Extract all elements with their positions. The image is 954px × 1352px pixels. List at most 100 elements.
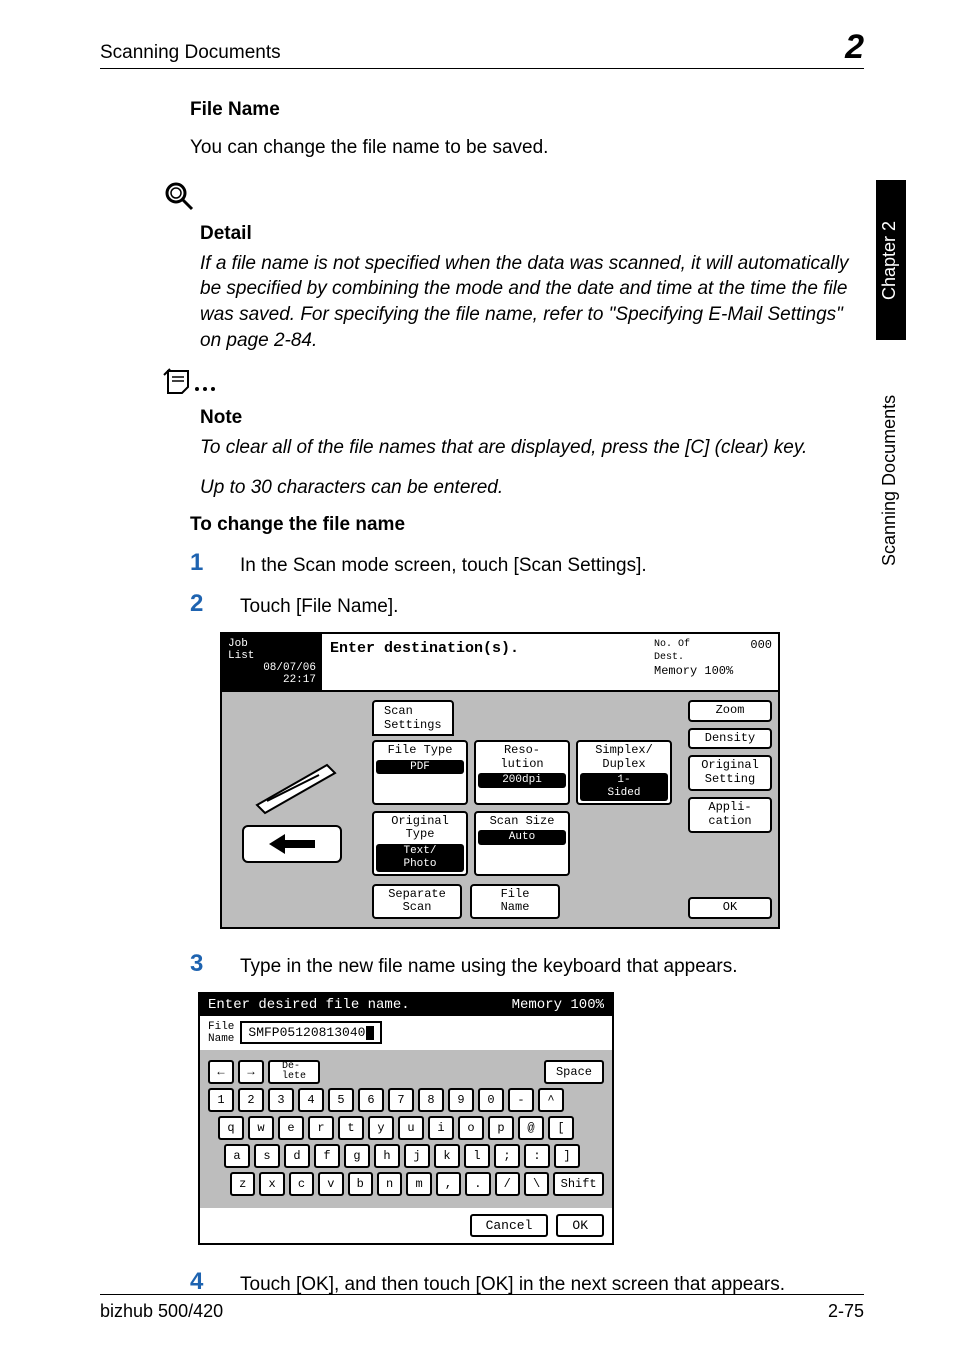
key-u[interactable]: u [398, 1116, 424, 1140]
key-;[interactable]: ; [494, 1144, 520, 1168]
zoom-button[interactable]: Zoom [688, 700, 772, 722]
simplex-duplex-button[interactable]: Simplex/ Duplex 1- Sided [576, 740, 672, 805]
key-.[interactable]: . [465, 1172, 490, 1196]
key-t[interactable]: t [338, 1116, 364, 1140]
left-arrow-key[interactable]: ← [208, 1060, 234, 1084]
key-j[interactable]: j [404, 1144, 430, 1168]
detail-body: If a file name is not specified when the… [200, 251, 864, 354]
key--[interactable]: - [508, 1088, 534, 1112]
key-i[interactable]: i [428, 1116, 454, 1140]
note-body2: Up to 30 characters can be entered. [200, 475, 864, 501]
space-key[interactable]: Space [544, 1060, 604, 1084]
key-c[interactable]: c [289, 1172, 314, 1196]
detail-icon [162, 179, 196, 213]
step-number: 2 [190, 591, 212, 617]
application-button[interactable]: Appli- cation [688, 797, 772, 833]
step-number: 4 [190, 1269, 212, 1295]
key-4[interactable]: 4 [298, 1088, 324, 1112]
step-text: In the Scan mode screen, touch [Scan Set… [240, 550, 864, 579]
key-w[interactable]: w [248, 1116, 274, 1140]
key-k[interactable]: k [434, 1144, 460, 1168]
keyboard-memory: Memory 100% [512, 997, 604, 1013]
procedure-heading: To change the file name [190, 514, 864, 536]
key-o[interactable]: o [458, 1116, 484, 1140]
key-7[interactable]: 7 [388, 1088, 414, 1112]
key-/[interactable]: / [495, 1172, 520, 1196]
key-^[interactable]: ^ [538, 1088, 564, 1112]
detail-block: Detail If a file name is not specified w… [170, 179, 864, 354]
keyboard-prompt: Enter desired file name. [208, 997, 410, 1013]
density-button[interactable]: Density [688, 728, 772, 750]
file-name-heading: File Name [190, 99, 864, 121]
key-\[interactable]: \ [524, 1172, 549, 1196]
key-s[interactable]: s [254, 1144, 280, 1168]
key-e[interactable]: e [278, 1116, 304, 1140]
key-a[interactable]: a [224, 1144, 250, 1168]
footer-model: bizhub 500/420 [100, 1301, 223, 1322]
destination-prompt: Enter destination(s). [322, 634, 648, 690]
note-body1: To clear all of the file names that are … [200, 435, 864, 461]
file-name-button[interactable]: File Name [470, 884, 560, 920]
footer-page: 2-75 [828, 1301, 864, 1322]
step-text: Type in the new file name using the keyb… [240, 951, 864, 980]
ok-button[interactable]: OK [556, 1214, 604, 1237]
key-@[interactable]: @ [518, 1116, 544, 1140]
key-Shift[interactable]: Shift [553, 1172, 604, 1196]
job-list-button[interactable]: Job List 08/07/06 22:17 [222, 634, 322, 690]
key-3[interactable]: 3 [268, 1088, 294, 1112]
original-type-button[interactable]: Original Type Text/ Photo [372, 811, 468, 876]
key-f[interactable]: f [314, 1144, 340, 1168]
key-[[interactable]: [ [548, 1116, 574, 1140]
key-h[interactable]: h [374, 1144, 400, 1168]
key-p[interactable]: p [488, 1116, 514, 1140]
right-arrow-key[interactable]: → [238, 1060, 264, 1084]
key-b[interactable]: b [348, 1172, 373, 1196]
key-x[interactable]: x [259, 1172, 284, 1196]
step-number: 1 [190, 550, 212, 576]
key-m[interactable]: m [406, 1172, 431, 1196]
note-icon [162, 367, 222, 397]
key-l[interactable]: l [464, 1144, 490, 1168]
key-1[interactable]: 1 [208, 1088, 234, 1112]
page-icon [247, 755, 337, 815]
ok-button[interactable]: OK [688, 897, 772, 919]
key-2[interactable]: 2 [238, 1088, 264, 1112]
key-0[interactable]: 0 [478, 1088, 504, 1112]
key-r[interactable]: r [308, 1116, 334, 1140]
file-name-intro: You can change the file name to be saved… [190, 135, 864, 161]
scan-size-button[interactable]: Scan Size Auto [474, 811, 570, 876]
back-arrow-button[interactable] [242, 825, 342, 863]
separate-scan-button[interactable]: Separate Scan [372, 884, 462, 920]
step-number: 3 [190, 951, 212, 977]
delete-key[interactable]: De- lete [268, 1060, 320, 1084]
key-y[interactable]: y [368, 1116, 394, 1140]
key-g[interactable]: g [344, 1144, 370, 1168]
key-9[interactable]: 9 [448, 1088, 474, 1112]
side-tab-section: Scanning Documents [876, 340, 906, 620]
key-,[interactable]: , [436, 1172, 461, 1196]
page-footer: bizhub 500/420 2-75 [100, 1294, 864, 1322]
original-setting-button[interactable]: Original Setting [688, 755, 772, 791]
keyboard-screen: Enter desired file name. Memory 100% Fil… [198, 992, 614, 1245]
key-z[interactable]: z [230, 1172, 255, 1196]
key-v[interactable]: v [318, 1172, 343, 1196]
cancel-button[interactable]: Cancel [470, 1214, 549, 1237]
running-head-title: Scanning Documents [100, 42, 281, 64]
key-5[interactable]: 5 [328, 1088, 354, 1112]
preview-pane [222, 692, 362, 927]
key-][interactable]: ] [554, 1144, 580, 1168]
running-head-chapter: 2 [845, 30, 864, 64]
file-type-button[interactable]: File Type PDF [372, 740, 468, 805]
key-d[interactable]: d [284, 1144, 310, 1168]
key-:[interactable]: : [524, 1144, 550, 1168]
key-6[interactable]: 6 [358, 1088, 384, 1112]
resolution-button[interactable]: Reso- lution 200dpi [474, 740, 570, 805]
scan-settings-tab[interactable]: Scan Settings [372, 700, 454, 736]
file-name-field[interactable]: SMFP05120813040 [240, 1021, 382, 1044]
key-n[interactable]: n [377, 1172, 402, 1196]
key-q[interactable]: q [218, 1116, 244, 1140]
file-name-field-label: File Name [208, 1021, 234, 1045]
status-area: No. Of Dest. 000 Memory 100% [648, 634, 778, 690]
key-8[interactable]: 8 [418, 1088, 444, 1112]
running-head: Scanning Documents 2 [100, 30, 864, 69]
